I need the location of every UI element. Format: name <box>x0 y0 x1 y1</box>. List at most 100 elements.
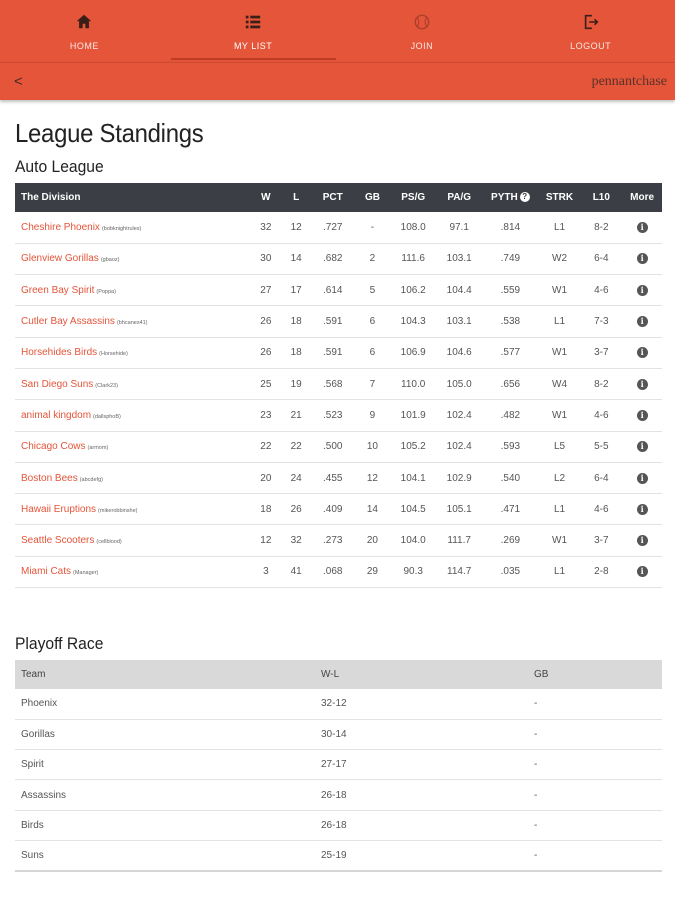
info-icon[interactable]: i <box>636 441 648 453</box>
stat-l10: 2-8 <box>594 566 609 578</box>
info-icon[interactable]: i <box>636 378 648 390</box>
team-link[interactable]: Boston Bees <box>21 473 78 484</box>
stat-l: 18 <box>290 347 302 359</box>
nav-logout[interactable]: LOGOUT <box>506 0 675 62</box>
table-row: Hawaii Eruptions (mikerobbinshe) 18 26 .409 1… <box>15 494 662 525</box>
col-header: More <box>630 192 655 203</box>
info-icon[interactable]: i <box>636 316 648 328</box>
team-cell: Green Bay Spirit (Poppa) <box>15 275 250 306</box>
stat-pct: .682 <box>322 253 343 265</box>
stat-w: 25 <box>260 378 272 390</box>
info-icon[interactable]: i <box>636 472 648 484</box>
team-link[interactable]: Miami Cats <box>21 566 71 577</box>
team-link[interactable]: San Diego Suns <box>21 379 93 390</box>
info-icon[interactable]: i <box>636 503 648 515</box>
team-cell: Miami Cats (Manager) <box>15 556 250 587</box>
playoff-team: Phoenix <box>21 698 58 710</box>
back-button[interactable]: < <box>14 73 23 90</box>
playoff-gb: - <box>534 789 538 801</box>
team-cell: Cheshire Phoenix (bobknightrules) <box>15 212 250 243</box>
team-link[interactable]: Seattle Scooters <box>21 535 94 546</box>
table-row: Glenview Gorillas (gbaoz) 30 14 .682 2 111.6 10… <box>15 243 662 275</box>
main-content: League Standings Auto League The Divisio… <box>15 118 662 872</box>
playoff-title: Playoff Race <box>15 634 104 654</box>
team-link[interactable]: Chicago Cows <box>21 441 85 452</box>
stat-w: 32 <box>260 221 272 233</box>
table-row: Chicago Cows (armom) 22 22 .500 10 105.2 102.4.… <box>15 431 662 463</box>
nav-my-list[interactable]: MY LIST <box>169 0 338 62</box>
table-row: Cutler Bay Assassins (bhcanes41) 26 18 .591 6… <box>15 306 662 338</box>
col-header: PCT <box>322 192 343 203</box>
playoff-team: Spirit <box>21 759 44 771</box>
nav-home-label: HOME <box>69 41 99 51</box>
table-row: Boston Bees (abcdefg) 20 24 .455 12 104.1 102.9… <box>15 462 662 494</box>
stat-strk: L2 <box>553 472 566 484</box>
team-owner: (Poppa) <box>96 288 116 295</box>
team-link[interactable]: Horsehides Birds <box>21 347 97 358</box>
more-cell: i <box>622 400 662 431</box>
info-icon[interactable]: i <box>636 535 648 547</box>
stat-l: 24 <box>290 472 302 484</box>
stat-pct: .409 <box>322 503 343 515</box>
stat-pyth: .577 <box>500 347 521 359</box>
brand-name: pennantchase <box>591 73 667 89</box>
stat-pag: 102.4 <box>446 409 472 421</box>
col-header: W <box>261 192 271 203</box>
stat-l10: 3-7 <box>594 535 609 547</box>
team-cell: Hawaii Eruptions (mikerobbinshe) <box>15 494 250 525</box>
playoff-header-row: Team W-L GB <box>15 660 662 690</box>
team-link[interactable]: Glenview Gorillas <box>21 253 99 264</box>
col-header-label: PYTH <box>491 192 518 203</box>
team-link[interactable]: Green Bay Spirit <box>21 285 94 296</box>
stat-l10: 6-4 <box>594 253 609 265</box>
stat-pag: 105.0 <box>446 378 472 390</box>
stat-strk: L1 <box>553 221 566 233</box>
stat-w: 20 <box>260 472 272 484</box>
stat-pag: 103.1 <box>446 253 472 265</box>
info-icon[interactable]: i <box>636 409 648 421</box>
info-icon[interactable]: i <box>636 221 648 233</box>
top-nav: HOME MY LIST JOIN LOGOUT <box>0 0 675 62</box>
stat-l: 14 <box>290 253 302 265</box>
stat-pct: .523 <box>322 409 343 421</box>
info-icon[interactable]: i <box>636 253 648 265</box>
help-icon[interactable]: ? <box>519 192 530 203</box>
stat-gb: 14 <box>366 503 378 515</box>
sub-bar: < pennantchase <box>0 62 675 100</box>
team-link[interactable]: animal kingdom <box>21 410 91 421</box>
info-icon[interactable]: i <box>636 566 648 578</box>
more-cell: i <box>622 243 662 274</box>
table-row: animal kingdom (dallsphoB) 23 21 .523 9 101.9 1… <box>15 400 662 432</box>
col-header: PA/G <box>447 192 472 203</box>
stat-l10: 8-2 <box>594 221 609 233</box>
logout-icon <box>582 11 600 36</box>
table-row: Phoenix 32-12 - <box>15 689 662 720</box>
team-cell: Cutler Bay Assassins (bhcanes41) <box>15 306 250 337</box>
stat-pyth: .656 <box>500 378 521 390</box>
info-icon[interactable]: i <box>636 284 648 296</box>
playoff-gb: - <box>534 729 538 740</box>
league-name: Auto League <box>15 157 104 176</box>
stat-strk: L1 <box>553 503 566 515</box>
more-cell: i <box>622 494 662 525</box>
team-owner: (Clark23) <box>95 382 118 389</box>
stat-gb: 10 <box>366 441 378 453</box>
info-icon[interactable]: i <box>636 347 648 359</box>
nav-home[interactable]: HOME <box>0 0 169 62</box>
nav-join[interactable]: JOIN <box>338 0 507 62</box>
table-row: Cheshire Phoenix (bobknightrules) 32 12 .727… <box>15 212 662 244</box>
nav-logout-label: LOGOUT <box>570 41 612 51</box>
team-owner: (armom) <box>87 445 109 452</box>
col-header: L10 <box>592 192 610 203</box>
team-link[interactable]: Cheshire Phoenix <box>21 222 100 233</box>
team-link[interactable]: Hawaii Eruptions <box>21 504 96 515</box>
stat-w: 23 <box>260 409 272 421</box>
col-header: Team <box>21 669 46 681</box>
stat-l: 17 <box>290 284 302 296</box>
team-link[interactable]: Cutler Bay Assassins <box>21 316 115 327</box>
stat-l10: 3-7 <box>594 347 609 359</box>
team-cell: Glenview Gorillas (gbaoz) <box>15 243 250 274</box>
stat-pct: .500 <box>322 441 343 453</box>
stat-pyth: .559 <box>500 284 521 296</box>
stat-strk: L1 <box>553 566 566 578</box>
